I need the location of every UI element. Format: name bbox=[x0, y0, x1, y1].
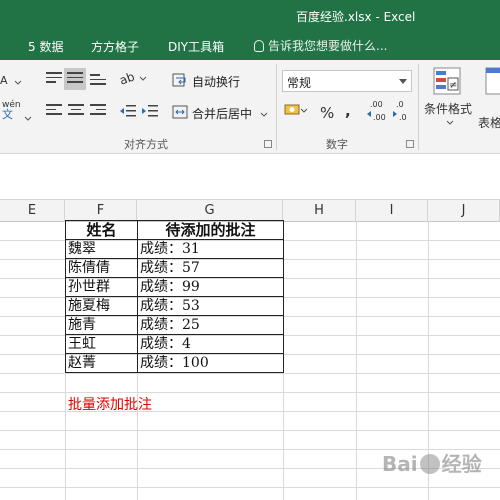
number-group-label: 数字 bbox=[326, 138, 348, 151]
dialog-launcher-icon[interactable] bbox=[264, 140, 272, 148]
chevron-down-icon[interactable] bbox=[260, 108, 268, 122]
tab-fangfang[interactable]: 方方格子 bbox=[91, 38, 139, 55]
window-title: 百度经验.xlsx - Excel bbox=[296, 10, 416, 24]
comment-cell[interactable]: 成绩：53 bbox=[137, 296, 284, 316]
name-cell[interactable]: 魏翠 bbox=[65, 239, 138, 259]
comment-cell[interactable]: 成绩：99 bbox=[137, 277, 284, 297]
name-cell[interactable]: 王虹 bbox=[65, 334, 138, 354]
conditional-format-button[interactable]: 条件格式 bbox=[424, 100, 472, 117]
currency-icon[interactable] bbox=[284, 102, 308, 123]
formula-bar[interactable] bbox=[0, 154, 500, 200]
text-direction-icon[interactable]: A bbox=[0, 72, 12, 88]
header-name-cell[interactable]: 姓名 bbox=[65, 220, 138, 240]
wrap-text-icon[interactable] bbox=[172, 72, 188, 91]
wrap-text-button[interactable]: 自动换行 bbox=[192, 73, 240, 90]
comment-cell[interactable]: 成绩：31 bbox=[137, 239, 284, 259]
group-divider bbox=[418, 64, 419, 150]
decrease-decimal-label: .0 bbox=[396, 100, 404, 109]
name-cell[interactable]: 施夏梅 bbox=[65, 296, 138, 316]
gridline bbox=[0, 430, 500, 431]
ribbon: A wén 文 ab 自动换行 合并后居中 对齐方式 常规 % , .00 .0… bbox=[0, 60, 500, 154]
chevron-down-icon[interactable] bbox=[446, 116, 454, 130]
table-header-row: 姓名 待添加的批注 bbox=[65, 220, 284, 240]
tab-diy-toolbox[interactable]: DIY工具箱 bbox=[168, 38, 224, 55]
comment-cell[interactable]: 成绩：100 bbox=[137, 353, 284, 373]
column-header-h[interactable]: H bbox=[283, 200, 356, 222]
number-format-value: 常规 bbox=[287, 76, 312, 90]
table-row: 施青 成绩：25 bbox=[65, 315, 284, 335]
gridline bbox=[0, 392, 500, 393]
table-row: 王虹 成绩：4 bbox=[65, 334, 284, 354]
tell-me-search[interactable]: 告诉我您想要做什么... bbox=[254, 37, 387, 54]
increase-indent-icon[interactable] bbox=[142, 104, 158, 121]
dialog-launcher-icon[interactable] bbox=[406, 140, 414, 148]
align-middle-button[interactable] bbox=[64, 68, 86, 90]
phonetic-guide-char: 文 bbox=[2, 108, 13, 121]
phonetic-guide-button[interactable]: wén 文 bbox=[2, 100, 22, 128]
tab-data[interactable]: 5 数据 bbox=[28, 38, 63, 55]
conditional-format-icon[interactable]: ≠ bbox=[432, 66, 462, 99]
header-comment-cell[interactable]: 待添加的批注 bbox=[137, 220, 284, 240]
chevron-down-icon[interactable] bbox=[14, 76, 22, 90]
align-left-icon[interactable] bbox=[46, 104, 62, 118]
percent-style-button[interactable]: % bbox=[320, 104, 334, 122]
column-header-e[interactable]: E bbox=[0, 200, 65, 222]
align-top-icon[interactable] bbox=[46, 72, 62, 86]
align-right-icon[interactable] bbox=[90, 104, 106, 118]
comment-cell[interactable]: 成绩：4 bbox=[137, 334, 284, 354]
align-center-icon[interactable] bbox=[68, 104, 84, 118]
increase-decimal-button[interactable]: .00 .00 bbox=[366, 100, 390, 122]
comment-cell[interactable]: 成绩：57 bbox=[137, 258, 284, 278]
column-header-j[interactable]: J bbox=[428, 200, 500, 222]
svg-text:ab: ab bbox=[120, 70, 136, 88]
svg-text:A: A bbox=[0, 74, 8, 87]
name-cell[interactable]: 陈倩倩 bbox=[65, 258, 138, 278]
group-divider bbox=[276, 64, 277, 150]
table-row: 陈倩倩 成绩：57 bbox=[65, 258, 284, 278]
table-row: 孙世群 成绩：99 bbox=[65, 277, 284, 297]
gridline bbox=[0, 373, 500, 374]
gridline bbox=[356, 222, 357, 500]
name-cell[interactable]: 赵菁 bbox=[65, 353, 138, 373]
chevron-down-icon bbox=[399, 79, 407, 84]
title-bar: 百度经验.xlsx - Excel bbox=[0, 0, 500, 32]
table-format-button[interactable]: 表格 bbox=[478, 114, 500, 131]
merge-center-button[interactable]: 合并后居中 bbox=[192, 105, 252, 122]
watermark-logo: Bai 经验 bbox=[382, 452, 482, 476]
ribbon-tabs: 5 数据 方方格子 DIY工具箱 告诉我您想要做什么... bbox=[0, 32, 500, 60]
chevron-down-icon[interactable] bbox=[24, 112, 32, 126]
baidu-watermark: Bai 经验 bbox=[382, 448, 498, 496]
table-format-icon[interactable] bbox=[484, 66, 500, 99]
decrease-decimal-button[interactable]: .0 .0 bbox=[392, 100, 416, 122]
align-middle-icon bbox=[67, 72, 83, 86]
name-cell[interactable]: 孙世群 bbox=[65, 277, 138, 297]
svg-text:.00: .00 bbox=[373, 113, 386, 122]
column-header-g[interactable]: G bbox=[137, 200, 283, 222]
table-row: 赵菁 成绩：100 bbox=[65, 353, 284, 373]
paw-icon bbox=[419, 454, 440, 474]
table-row: 魏翠 成绩：31 bbox=[65, 239, 284, 259]
batch-comment-note: 批量添加批注 bbox=[68, 397, 152, 413]
svg-text:≠: ≠ bbox=[449, 80, 457, 91]
comment-cell[interactable]: 成绩：25 bbox=[137, 315, 284, 335]
alignment-group-label: 对齐方式 bbox=[124, 138, 168, 151]
table-row: 施夏梅 成绩：53 bbox=[65, 296, 284, 316]
orientation-icon[interactable]: ab bbox=[118, 69, 148, 91]
lightbulb-icon bbox=[254, 40, 264, 52]
column-header-f[interactable]: F bbox=[65, 200, 137, 222]
tell-me-label: 告诉我您想要做什么... bbox=[268, 39, 388, 53]
score-table: 姓名 待添加的批注 魏翠 成绩：31 陈倩倩 成绩：57 孙世群 成绩：99 施… bbox=[65, 220, 284, 373]
column-header-i[interactable]: I bbox=[356, 200, 428, 222]
merge-center-icon[interactable] bbox=[172, 104, 188, 123]
decrease-indent-icon[interactable] bbox=[120, 104, 136, 121]
svg-text:.0: .0 bbox=[399, 113, 407, 122]
align-bottom-icon[interactable] bbox=[90, 74, 106, 88]
number-format-dropdown[interactable]: 常规 bbox=[282, 70, 412, 92]
name-cell[interactable]: 施青 bbox=[65, 315, 138, 335]
comma-style-button[interactable]: , bbox=[345, 102, 351, 120]
increase-decimal-label: .00 bbox=[370, 100, 383, 109]
